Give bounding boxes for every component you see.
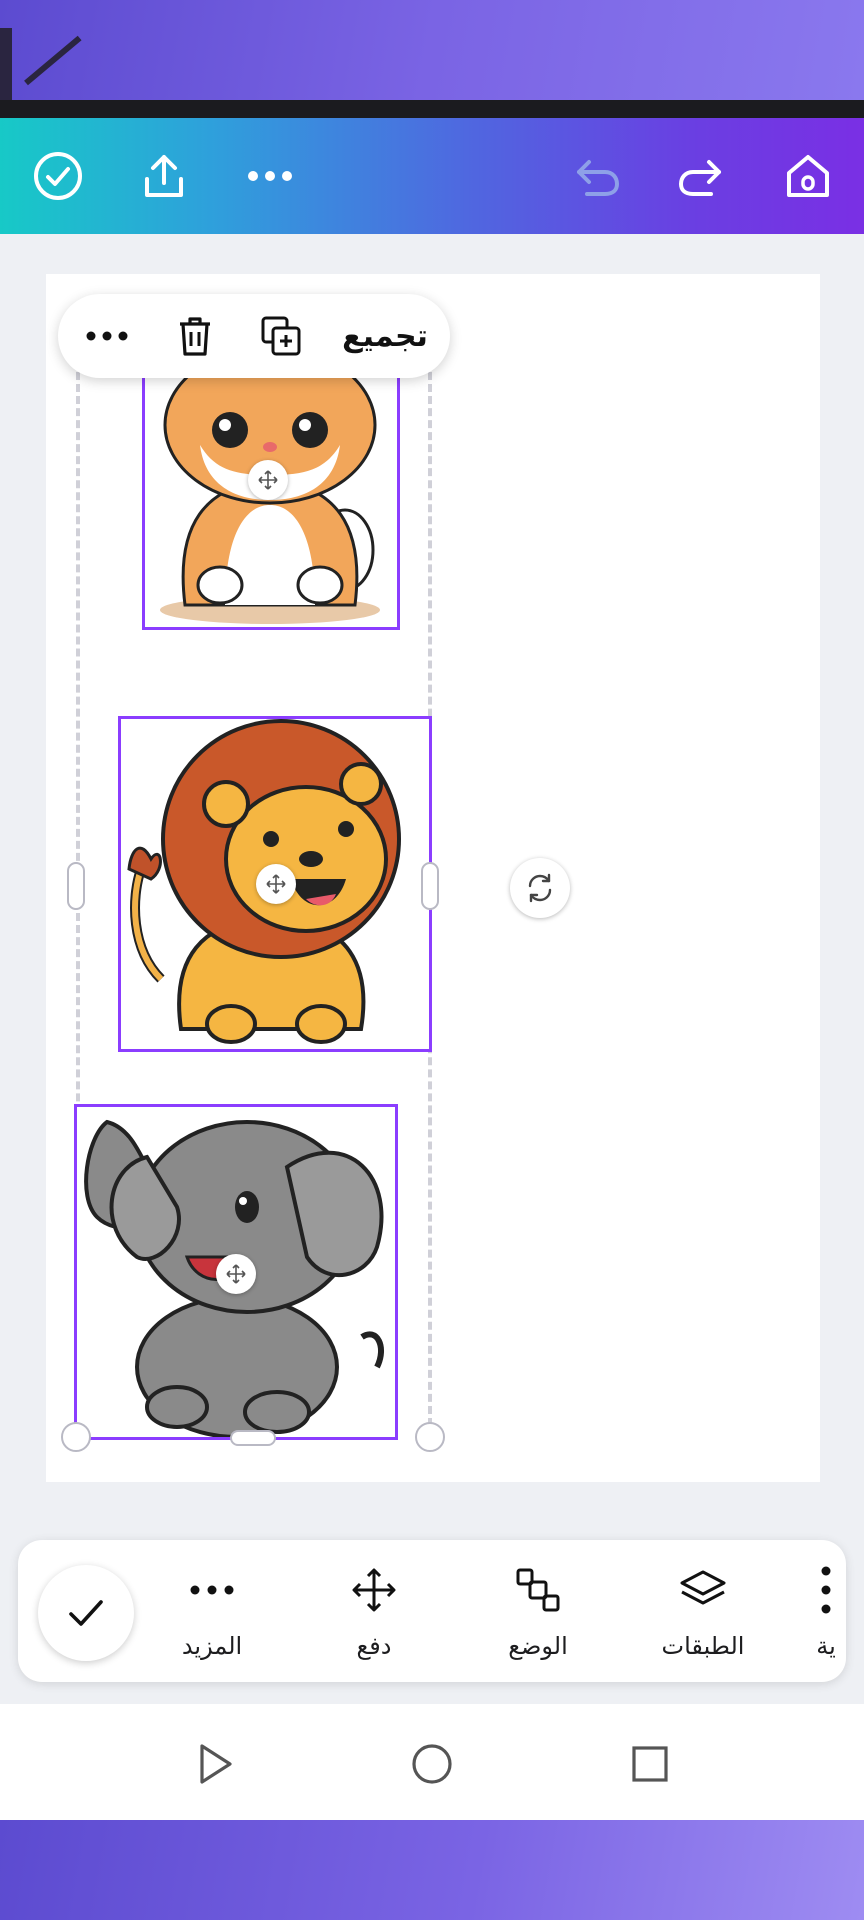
home-icon[interactable] bbox=[780, 148, 836, 204]
rotate-button[interactable] bbox=[510, 858, 570, 918]
recents-icon[interactable] bbox=[622, 1736, 678, 1792]
tool-label: الوضع bbox=[508, 1632, 568, 1660]
tool-label: الطبقات bbox=[661, 1632, 745, 1660]
cat-illustration[interactable] bbox=[142, 372, 400, 630]
group-button[interactable]: تجميع bbox=[328, 294, 442, 378]
more-icon bbox=[189, 1560, 235, 1620]
background-decoration-top bbox=[0, 0, 864, 100]
share-icon[interactable] bbox=[136, 148, 192, 204]
background-decoration-bottom bbox=[0, 1820, 864, 1920]
group-label: تجميع bbox=[342, 318, 428, 354]
more-icon[interactable] bbox=[242, 148, 298, 204]
tool-more[interactable]: المزيد bbox=[160, 1560, 264, 1670]
tool-label: المزيد bbox=[181, 1632, 243, 1660]
resize-handle-bottom[interactable] bbox=[230, 1430, 276, 1446]
decoration-line bbox=[24, 35, 82, 86]
check-icon bbox=[69, 1600, 103, 1626]
tool-label: دفع bbox=[356, 1632, 392, 1660]
tool-partial[interactable]: ية bbox=[806, 1560, 846, 1670]
delete-icon[interactable] bbox=[158, 294, 232, 378]
status-bar bbox=[0, 100, 864, 118]
resize-handle-right[interactable] bbox=[421, 862, 439, 910]
position-icon bbox=[514, 1560, 562, 1620]
resize-handle-bottom-left[interactable] bbox=[61, 1422, 91, 1452]
more-vertical-icon bbox=[820, 1560, 832, 1620]
resize-handle-left[interactable] bbox=[67, 862, 85, 910]
back-icon[interactable] bbox=[186, 1736, 242, 1792]
redo-icon[interactable] bbox=[672, 148, 728, 204]
move-handle[interactable] bbox=[248, 460, 288, 500]
decoration-line bbox=[0, 28, 12, 100]
done-button[interactable] bbox=[38, 1565, 134, 1661]
context-toolbar: تجميع bbox=[58, 294, 450, 378]
tool-label: ية bbox=[816, 1632, 836, 1660]
move-handle[interactable] bbox=[256, 864, 296, 904]
move-handle[interactable] bbox=[216, 1254, 256, 1294]
more-icon[interactable] bbox=[70, 294, 144, 378]
rotate-icon bbox=[528, 873, 552, 903]
resize-handle-bottom-right[interactable] bbox=[415, 1422, 445, 1452]
tool-nudge[interactable]: دفع bbox=[322, 1560, 426, 1670]
nudge-icon bbox=[350, 1560, 398, 1620]
duplicate-icon[interactable] bbox=[244, 294, 318, 378]
home-nav-icon[interactable] bbox=[404, 1736, 460, 1792]
tool-position[interactable]: الوضع bbox=[486, 1560, 590, 1670]
layers-icon bbox=[678, 1560, 728, 1620]
check-icon[interactable] bbox=[30, 148, 86, 204]
undo-icon[interactable] bbox=[570, 148, 626, 204]
editor-toolbar bbox=[0, 118, 864, 234]
tool-layers[interactable]: الطبقات bbox=[648, 1560, 758, 1670]
